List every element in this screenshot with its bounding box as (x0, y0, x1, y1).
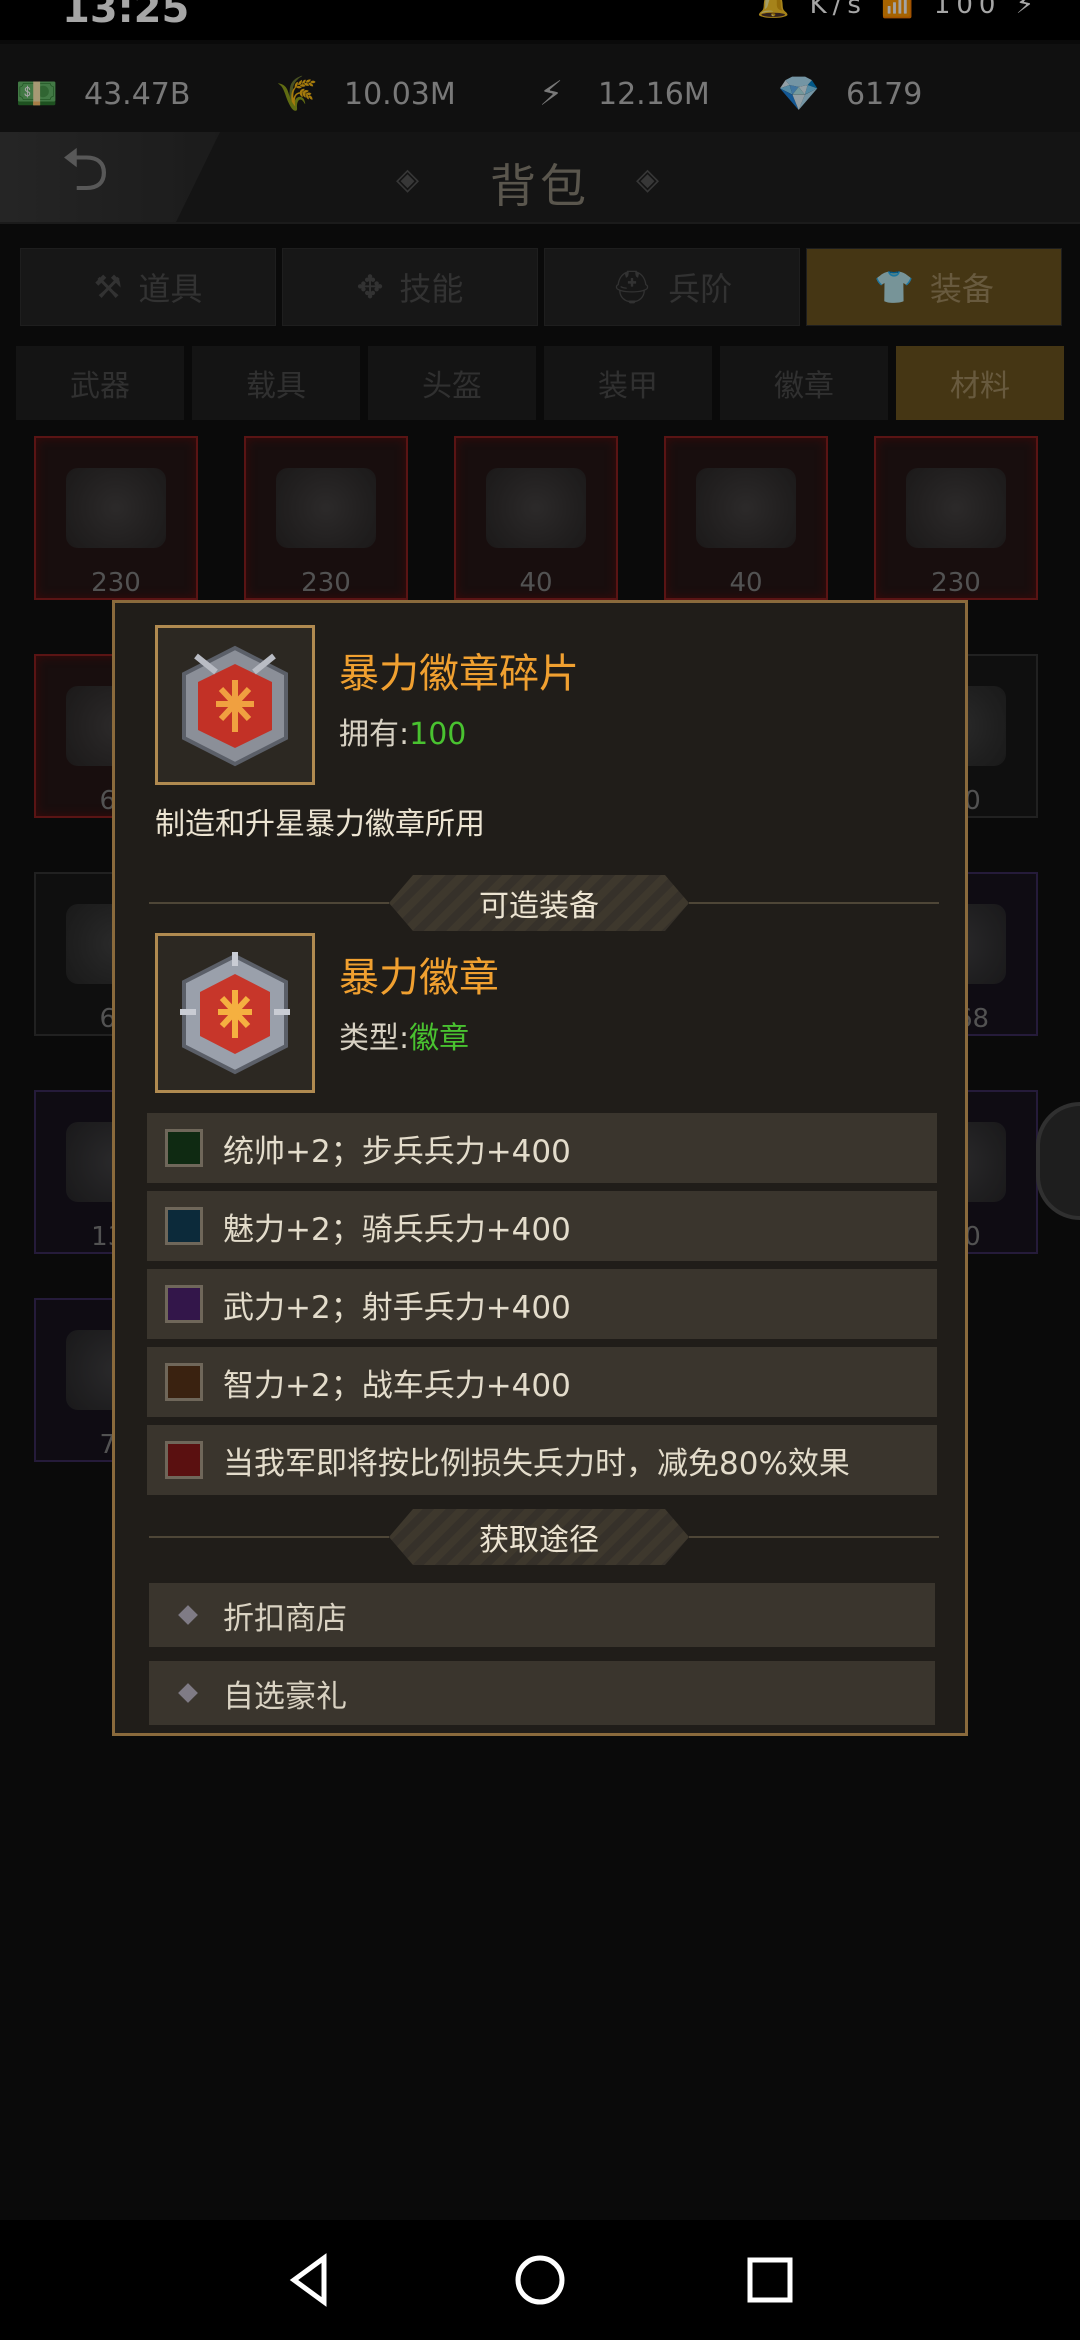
equipment-icon-frame[interactable] (155, 933, 315, 1093)
source-optional-gift[interactable]: 自选豪礼 (149, 1661, 935, 1725)
item-owned: 拥有:100 (339, 709, 466, 753)
item-detail-popup: 暴力徽章碎片 拥有:100 制造和升星暴力徽章所用 可造装备 暴力徽章 类型:徽… (112, 600, 968, 1736)
purple-slot-icon (165, 1285, 203, 1323)
source-label: 自选豪礼 (223, 1678, 347, 1715)
home-circle-icon[interactable] (510, 2250, 570, 2310)
owned-label: 拥有: (339, 717, 410, 752)
blue-slot-icon (165, 1207, 203, 1245)
craftable-section-header: 可造装备 (149, 873, 939, 933)
attribute-row: 统帅+2；步兵兵力+400 (147, 1113, 937, 1183)
attribute-text: 魅力+2；骑兵兵力+400 (223, 1211, 571, 1248)
attribute-text: 武力+2；射手兵力+400 (223, 1289, 571, 1326)
attribute-text: 统帅+2；步兵兵力+400 (223, 1133, 571, 1170)
source-title: 获取途径 (389, 1509, 689, 1565)
green-slot-icon (165, 1129, 203, 1167)
divider-line (149, 902, 389, 904)
divider-line (149, 1536, 389, 1538)
diamond-bullet-icon (178, 1683, 198, 1703)
recent-apps-icon[interactable] (740, 2250, 800, 2310)
system-nav-bar (0, 2220, 1080, 2340)
violence-badge-icon (180, 952, 290, 1075)
type-value: 徽章 (409, 1021, 470, 1056)
source-discount-shop[interactable]: 折扣商店 (149, 1583, 935, 1647)
source-label: 折扣商店 (223, 1600, 347, 1637)
equipment-type: 类型:徽章 (339, 1013, 469, 1057)
item-description: 制造和升星暴力徽章所用 (155, 807, 485, 842)
source-section-header: 获取途径 (149, 1507, 939, 1567)
craftable-title: 可造装备 (389, 875, 689, 931)
orange-slot-icon (165, 1363, 203, 1401)
divider-line (689, 902, 939, 904)
attribute-row: 智力+2；战车兵力+400 (147, 1347, 937, 1417)
attribute-row: 当我军即将按比例损失兵力时，减免80%效果 (147, 1425, 937, 1495)
item-name: 暴力徽章碎片 (339, 651, 579, 697)
back-triangle-icon[interactable] (280, 2250, 340, 2310)
owned-value: 100 (409, 717, 467, 752)
type-label: 类型: (339, 1021, 410, 1056)
red-slot-icon (165, 1441, 203, 1479)
attribute-text: 当我军即将按比例损失兵力时，减免80%效果 (223, 1445, 850, 1482)
violence-badge-fragment-icon (182, 645, 288, 767)
attribute-row: 武力+2；射手兵力+400 (147, 1269, 937, 1339)
equipment-name: 暴力徽章 (339, 955, 499, 1001)
item-icon-frame (155, 625, 315, 785)
diamond-bullet-icon (178, 1605, 198, 1625)
attribute-text: 智力+2；战车兵力+400 (223, 1367, 571, 1404)
divider-line (689, 1536, 939, 1538)
attribute-row: 魅力+2；骑兵兵力+400 (147, 1191, 937, 1261)
